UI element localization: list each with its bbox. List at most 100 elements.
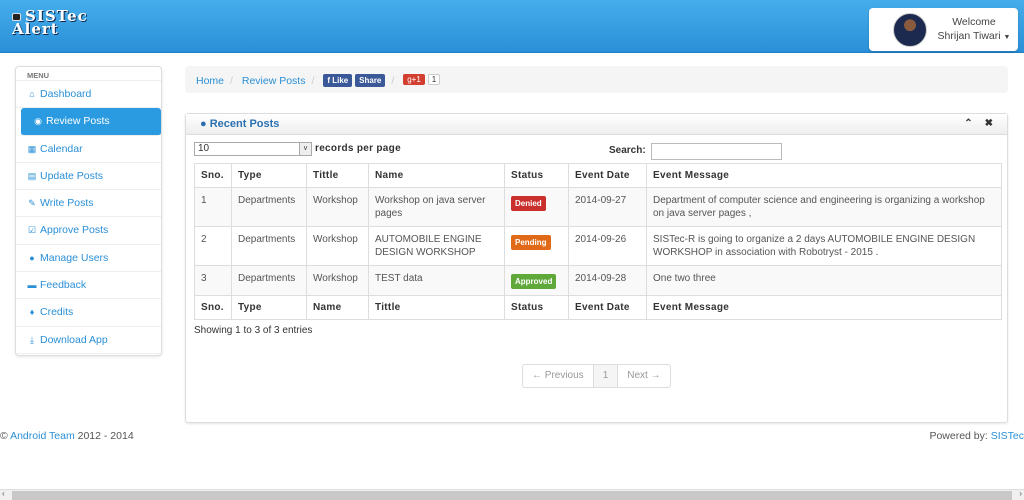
cell-name: TEST data [368,265,505,296]
previous-page-button[interactable]: ← Previous [523,365,594,387]
cell-status: Denied [504,187,569,227]
horizontal-scrollbar[interactable]: ‹ › [0,489,1024,500]
page-size-value: 10 [198,143,210,154]
footer-powered: Powered by: SISTec [929,430,1024,442]
cell-message: SISTec-R is going to organize a 2 days A… [646,226,1002,266]
welcome-text: Welcome [952,16,996,28]
cell-title: Workshop [306,265,369,296]
sidebar-item-manage-users[interactable]: ● Manage Users [16,245,161,273]
sidebar-item-label: Dashboard [40,88,92,100]
chevron-down-icon: v [299,143,311,155]
column-header[interactable]: Tittle [306,163,369,188]
sidebar-item-label: Update Posts [40,169,104,182]
list-icon: ▤ [27,170,37,181]
cell-sno: 2 [194,226,232,266]
sidebar-item-label: Approve Posts [40,224,109,237]
cell-date: 2014-09-27 [568,187,647,227]
sidebar-item-label: Credits [40,306,74,319]
column-header: Sno. [194,295,232,320]
recent-posts-panel: ● Recent Posts ⌃ ✖ 10 v records per page S… [185,113,1008,423]
user-name: Shrijan Tiwari [937,30,1001,42]
download-icon: ⤓ [30,334,34,345]
cell-sno: 1 [194,187,232,227]
table-row[interactable]: 1 Departments Workshop Workshop on java … [194,187,1002,227]
status-badge: Pending [511,235,551,250]
column-header[interactable]: Name [368,163,505,188]
cell-title: Workshop [306,187,369,227]
scroll-right-icon[interactable]: › [1019,489,1022,498]
table-row[interactable]: 2 Departments Workshop AUTOMOBILE ENGINE… [194,226,1002,266]
table-row[interactable]: 3 Departments Workshop TEST data Approve… [194,265,1002,296]
cell-title: Workshop [306,226,369,266]
column-header: Event Message [646,295,1002,320]
avatar [893,13,927,47]
records-per-page-label: records per page [315,143,401,154]
cell-sno: 3 [194,265,232,296]
column-header: Type [231,295,307,320]
scrollbar-thumb[interactable] [12,491,1012,500]
sidebar-item-label: Feedback [40,279,87,292]
menu-heading: MENU [16,67,161,81]
calendar-icon: ▦ [27,143,37,154]
android-team-link[interactable]: Android Team [10,430,75,442]
sidebar-item-label: Download App [40,333,108,346]
posts-table: Sno. Type Tittle Name Status Event Date Event … [194,163,1002,320]
footer-copyright: © Android Team 2012 - 2014 [0,430,134,442]
sidebar-item-credits[interactable]: ♦ Credits [16,299,161,327]
like-label: Like [332,76,349,85]
eye-icon: ◉ [34,116,42,127]
facebook-share-button[interactable]: Share [355,74,386,87]
sidebar-item-approve-posts[interactable]: ☑ Approve Posts [16,217,161,245]
table-info: Showing 1 to 3 of 3 entries [194,325,313,336]
breadcrumb-review-posts[interactable]: Review Posts [242,75,306,87]
column-header[interactable]: Type [231,163,307,188]
close-icon[interactable]: ✖ [985,118,993,129]
sidebar-item-dashboard[interactable]: ⌂ Dashboard [16,81,161,109]
page-size-select[interactable]: 10 v [194,142,312,156]
cell-date: 2014-09-28 [568,265,647,296]
footer-years: 2012 - 2014 [74,430,134,442]
pagination: ← Previous 1 Next → [522,364,671,388]
search-input[interactable] [651,143,782,160]
column-header: Event Date [568,295,647,320]
google-plus-count: 1 [427,74,441,85]
sidebar-item-review-posts[interactable]: ◉ Review Posts [21,108,161,136]
status-badge: Denied [511,196,546,211]
cell-type: Departments [231,226,307,266]
cell-date: 2014-09-26 [568,226,647,266]
cell-message: Department of computer science and engin… [646,187,1002,227]
cell-name: AUTOMOBILE ENGINE DESIGN WORKSHOP [368,226,505,266]
facebook-like-button[interactable]: f Like [323,74,353,87]
column-header[interactable]: Sno. [194,163,232,188]
google-plus-button[interactable]: g+1 [403,74,425,85]
cell-message: One two three [646,265,1002,296]
column-header[interactable]: Status [504,163,569,188]
next-page-button[interactable]: Next → [618,365,669,387]
collapse-icon[interactable]: ⌃ [964,118,972,129]
sistec-link[interactable]: SISTec [991,430,1024,442]
breadcrumb-home[interactable]: Home [196,75,224,87]
cell-status: Approved [504,265,569,296]
column-header[interactable]: Event Date [568,163,647,188]
sidebar-item-label: Calendar [40,142,83,155]
sidebar-item-update-posts[interactable]: ▤ Update Posts [16,163,161,191]
check-icon: ☑ [27,225,37,236]
user-icon: ● [200,118,207,130]
sidebar-item-label: Manage Users [40,251,109,264]
user-menu[interactable]: Welcome Shrijan Tiwari ▼ [869,8,1018,51]
home-icon: ⌂ [29,89,35,99]
sidebar-item-feedback[interactable]: ▬ Feedback [16,272,161,300]
user-icon: ● [29,252,35,263]
column-header: Tittle [368,295,505,320]
sidebar-item-write-posts[interactable]: ✎ Write Posts [16,190,161,218]
sidebar-item-calendar[interactable]: ▦ Calendar [16,136,161,163]
column-header[interactable]: Event Message [646,163,1002,188]
comment-icon: ▬ [27,280,37,291]
logo[interactable]: SISTec Alert [12,9,88,37]
sidebar-item-download-app[interactable]: ⤓ Download App [16,327,161,354]
column-header: Status [504,295,569,320]
cell-type: Departments [231,187,307,227]
scroll-left-icon[interactable]: ‹ [2,489,5,498]
page-1-button[interactable]: 1 [593,365,619,387]
user-greeting: Welcome Shrijan Tiwari ▼ [931,15,1017,45]
